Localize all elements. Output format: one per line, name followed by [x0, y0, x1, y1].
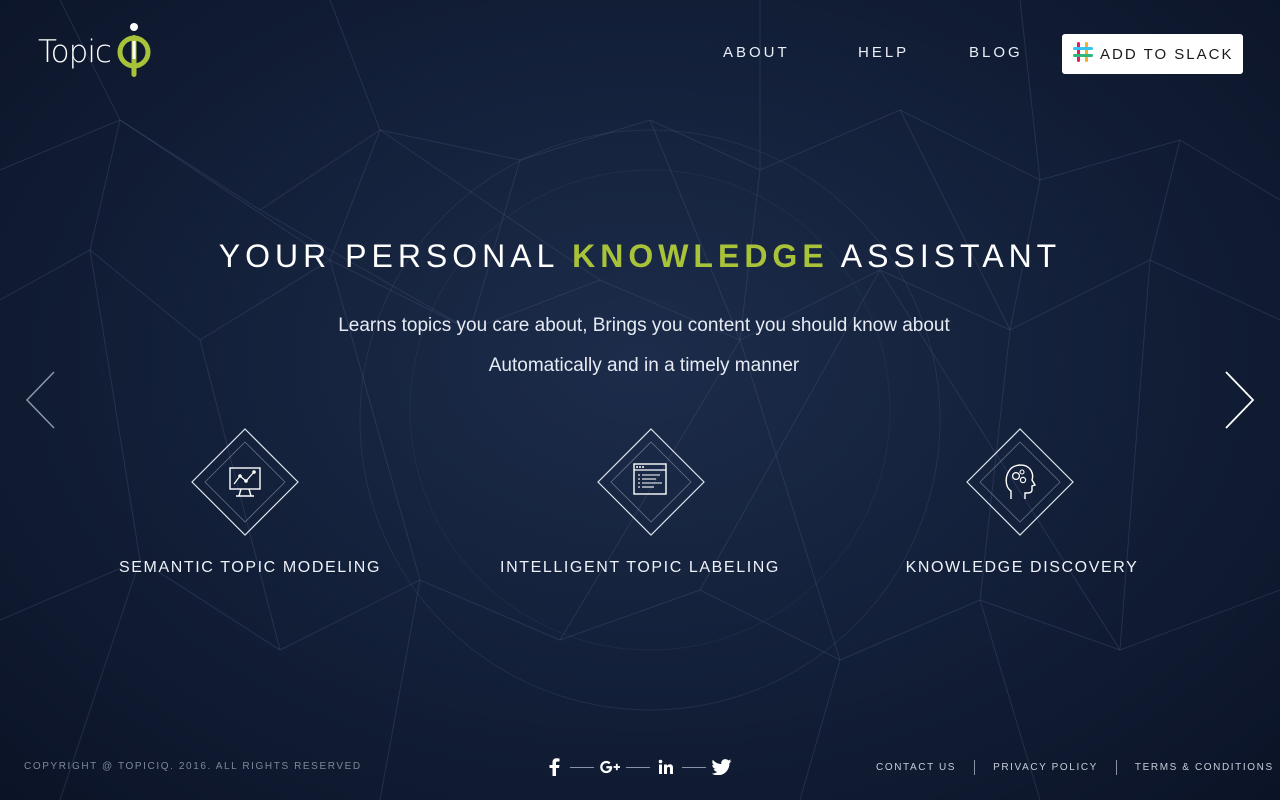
nav-help-link[interactable]: HELP [858, 44, 909, 61]
footer-divider [974, 760, 976, 775]
feature-label-labeling: INTELLIGENT TOPIC LABELING [500, 559, 780, 576]
footer-links: CONTACT US PRIVACY POLICY TERMS & CONDIT… [876, 760, 1274, 775]
iq-mark-icon [115, 21, 153, 84]
facebook-icon[interactable] [544, 757, 564, 777]
head-gears-icon [965, 427, 1075, 537]
chevron-right-icon[interactable] [1222, 370, 1256, 435]
terms-conditions-link[interactable]: TERMS & CONDITIONS [1135, 762, 1274, 773]
twitter-icon[interactable] [712, 757, 732, 777]
hero-subtitle-line2: Automatically and in a timely manner [488, 355, 800, 376]
social-divider [626, 766, 650, 768]
contact-us-link[interactable]: CONTACT US [876, 762, 956, 773]
social-divider [682, 766, 706, 768]
hero-title: YOUR PERSONAL KNOWLEDGE ASSISTANT [0, 238, 1280, 275]
logo[interactable]: Topic [38, 22, 168, 82]
add-to-slack-label: ADD TO SLACK [1100, 45, 1234, 63]
nav-blog-link[interactable]: BLOG [969, 44, 1023, 61]
monitor-chart-icon [190, 427, 300, 537]
hero-subtitle-line1: Learns topics you care about, Brings you… [338, 315, 950, 336]
social-links [544, 757, 732, 777]
logo-text: Topic [38, 34, 112, 70]
document-list-icon [596, 427, 706, 537]
hero-title-suffix: ASSISTANT [828, 238, 1062, 274]
linkedin-icon[interactable] [656, 757, 676, 777]
feature-label-semantic: SEMANTIC TOPIC MODELING [118, 559, 382, 576]
nav-about-link[interactable]: ABOUT [723, 44, 790, 61]
feature-label-discovery: KNOWLEDGE DISCOVERY [905, 559, 1139, 576]
google-plus-icon[interactable] [600, 757, 620, 777]
privacy-policy-link[interactable]: PRIVACY POLICY [993, 762, 1098, 773]
slack-icon [1072, 41, 1094, 67]
hero-title-accent: KNOWLEDGE [572, 238, 829, 274]
add-to-slack-button[interactable]: ADD TO SLACK [1062, 34, 1243, 74]
hero-title-prefix: YOUR PERSONAL [218, 238, 573, 274]
chevron-left-icon[interactable] [24, 370, 58, 435]
copyright-text: COPYRIGHT @ TOPICIQ. 2016. ALL RIGHTS RE… [24, 761, 362, 772]
social-divider [570, 766, 594, 768]
footer-divider [1115, 760, 1117, 775]
network-background [0, 0, 1280, 800]
